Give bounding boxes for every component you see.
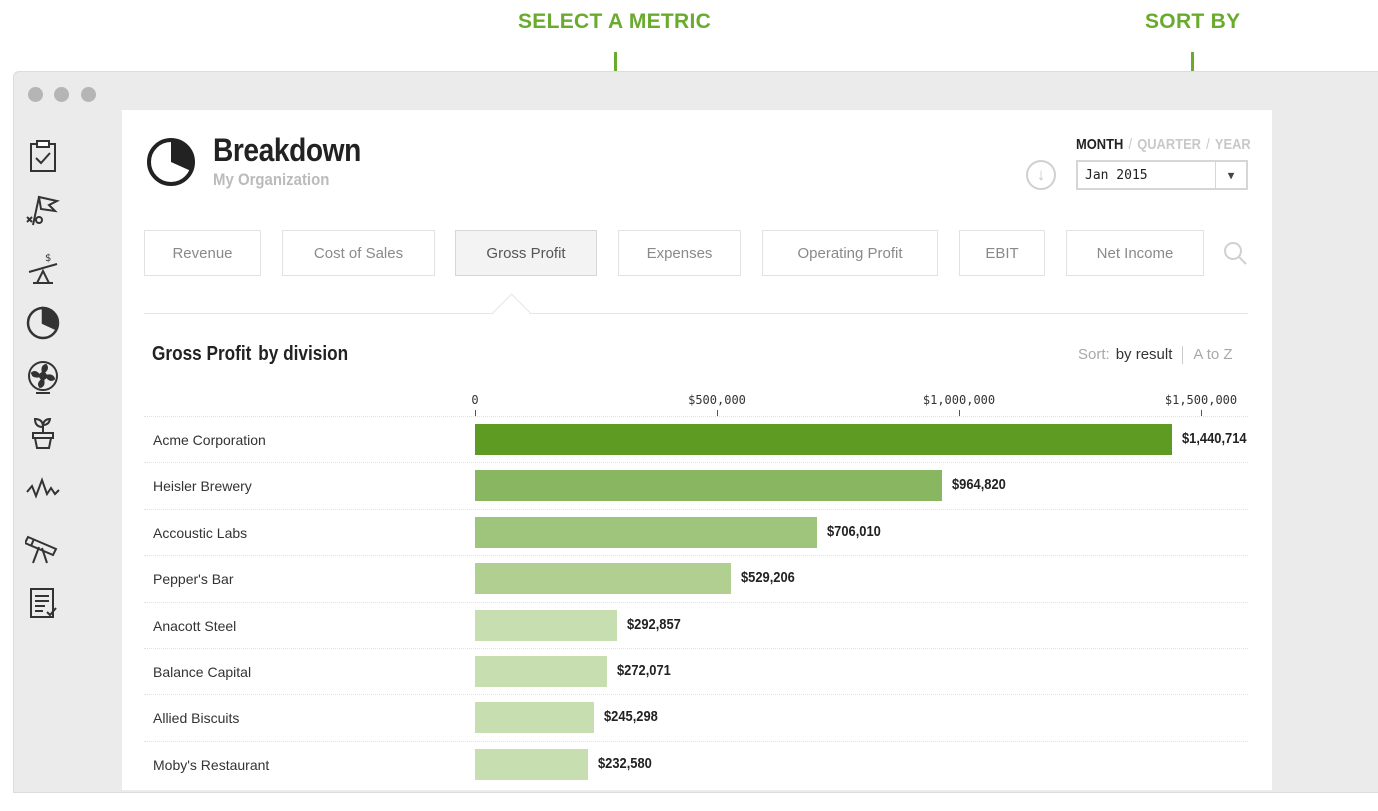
sidebar: $ [14,111,122,811]
plant-icon[interactable] [24,413,62,453]
title-bar [14,72,1378,111]
value-bar[interactable] [475,470,942,502]
active-tab-pointer [492,293,531,332]
section-by: by division [258,343,349,365]
download-button[interactable]: ↓ [1026,160,1056,190]
division-label: Pepper's Bar [153,571,234,588]
tab-revenue[interactable]: Revenue [144,230,261,276]
telescope-icon[interactable] [24,527,62,567]
tab-expenses[interactable]: Expenses [618,230,741,276]
value-label: $964,820 [951,476,1006,494]
chart-row: Balance Capital $272,071 [144,648,1248,695]
division-label: Heisler Brewery [153,478,252,495]
callout-sort-by: SORT BY [1145,10,1241,33]
value-bar[interactable] [475,516,817,548]
x-tick-label: $1,500,000 [1164,393,1238,407]
report-icon[interactable] [24,583,62,623]
division-label: Moby's Restaurant [153,756,270,773]
chart-row: Acme Corporation $1,440,714 [144,416,1248,463]
period-month[interactable]: MONTH [1076,136,1123,153]
sort-separator [1182,346,1184,365]
pie-chart-icon[interactable] [24,303,62,343]
division-label: Balance Capital [153,664,252,680]
tab-net-income[interactable]: Net Income [1066,230,1204,276]
search-icon[interactable] [1222,240,1248,266]
svg-text:$: $ [45,253,51,264]
value-bar[interactable] [475,424,1173,455]
value-bar[interactable] [475,702,594,734]
gross-profit-chart: 0 $500,000 $1,000,000 $1,500,000 Acme Corpor… [144,388,1252,808]
breakdown-logo-icon [147,138,195,186]
division-label: Acme Corporation [153,432,266,448]
x-tick-label: $500,000 [688,393,746,407]
chart-row: Accoustic Labs $706,010 [144,508,1248,556]
period-separator-1: / [1128,136,1133,153]
sort-label: Sort: [1078,346,1110,363]
period-separator-2: / [1206,136,1210,153]
tab-ebit[interactable]: EBIT [959,230,1045,276]
window-minimize-button[interactable] [54,87,69,102]
date-dropdown-value: Jan 2015 [1085,167,1148,183]
callout-select-metric: SELECT A METRIC [518,10,712,33]
section-metric: Gross Profit [152,343,252,365]
balance-icon[interactable]: $ [24,248,62,288]
x-tick-label: 0 [471,393,479,407]
value-bar[interactable] [475,656,607,687]
strategy-icon[interactable] [24,191,62,231]
value-bar[interactable] [475,609,617,641]
date-dropdown[interactable]: Jan 2015 ▼ [1076,160,1248,190]
value-label: $1,440,714 [1182,430,1247,447]
page-title: Breakdown [213,132,361,168]
period-year[interactable]: YEAR [1215,136,1251,153]
tab-cost-of-sales[interactable]: Cost of Sales [282,230,435,276]
value-bar[interactable] [475,563,732,595]
value-label: $529,206 [741,569,795,587]
tab-gross-profit[interactable]: Gross Profit [455,230,597,276]
period-quarter[interactable]: QUARTER [1137,136,1201,153]
section-title: Gross Profit by division [152,343,348,366]
page-subtitle: My Organization [213,170,330,189]
checklist-icon[interactable] [24,136,62,176]
chart-row: Heisler Brewery $964,820 [144,462,1248,509]
chart-row: Anacott Steel $292,857 [144,601,1248,649]
download-arrow-icon: ↓ [1036,165,1046,184]
value-label: $706,010 [826,522,881,540]
value-label: $245,298 [603,708,658,726]
main-panel: Breakdown My Organization ↓ MONTH / QUARTE… [122,110,1272,790]
period-selector: MONTH / QUARTER / YEAR [1076,136,1251,153]
sort-control: Sort: by result A to Z [1078,346,1233,365]
chevron-down-icon: ▼ [1215,162,1246,188]
tab-operating-profit[interactable]: Operating Profit [762,230,938,276]
fan-icon[interactable] [24,357,62,397]
value-label: $272,071 [616,662,671,679]
chart-row: Moby's Restaurant $232,580 [144,740,1248,788]
sort-by-result[interactable]: by result [1116,346,1173,363]
window-maximize-button[interactable] [81,87,96,102]
value-label: $232,580 [597,754,652,772]
tabs-divider [144,313,1248,314]
division-label: Accoustic Labs [153,524,248,541]
value-bar[interactable] [475,748,588,780]
pulse-icon[interactable] [24,468,62,508]
value-label: $292,857 [626,615,681,633]
division-label: Anacott Steel [153,617,237,634]
division-label: Allied Biscuits [153,710,240,727]
chart-row: Pepper's Bar $529,206 [144,555,1248,602]
window-close-button[interactable] [28,87,43,102]
x-tick-label: $1,000,000 [922,393,996,407]
chart-row: Allied Biscuits $245,298 [144,694,1248,741]
sort-a-to-z[interactable]: A to Z [1193,346,1232,363]
